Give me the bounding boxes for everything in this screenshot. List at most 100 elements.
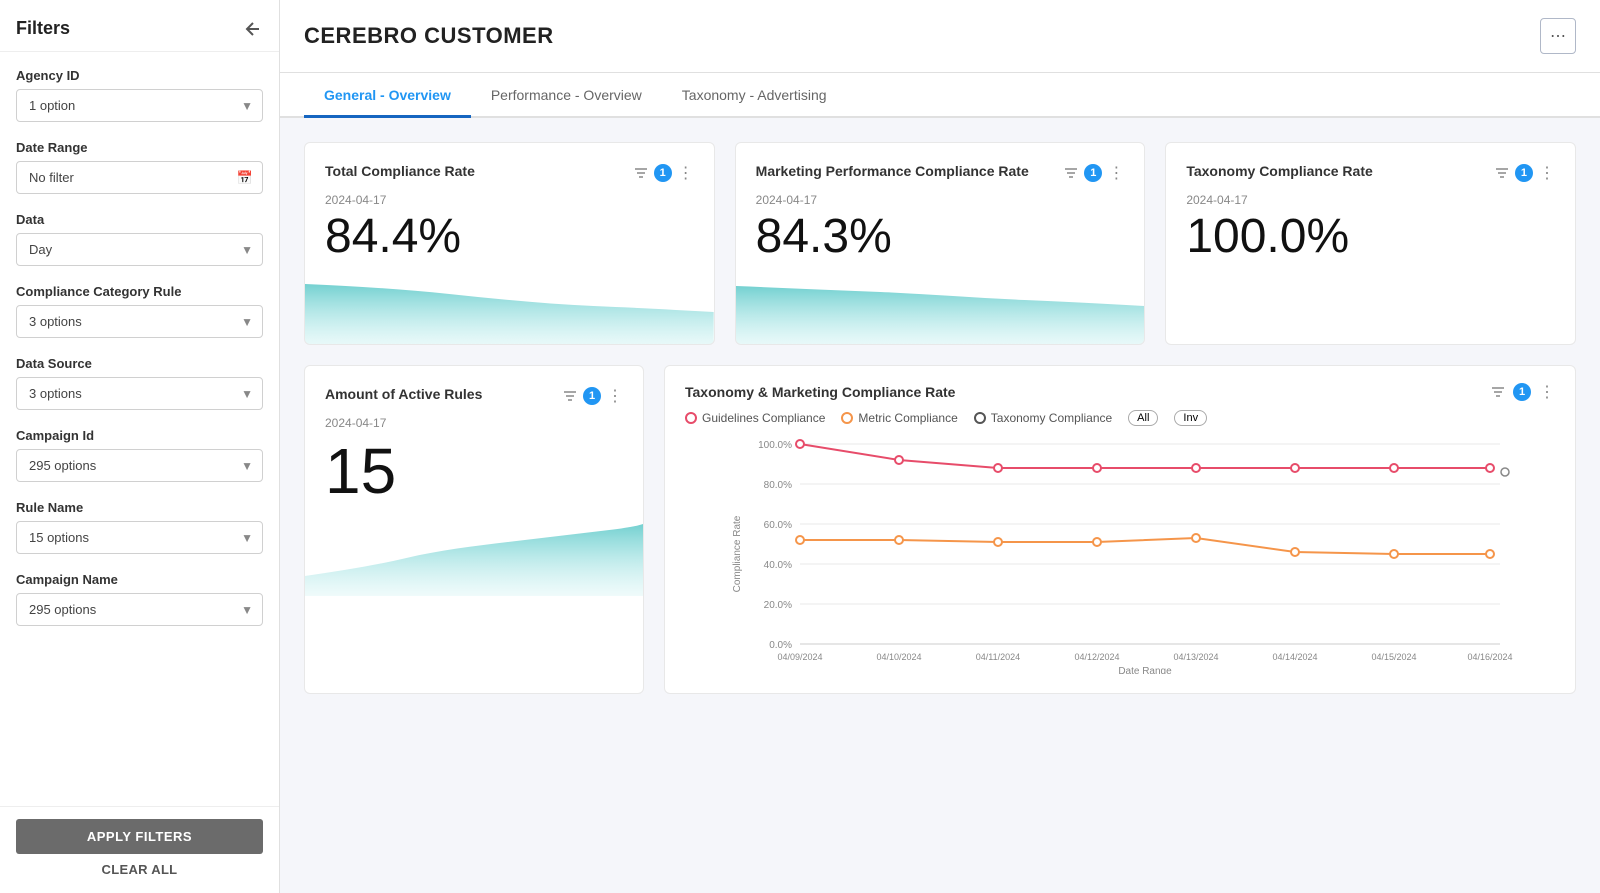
sidebar-header: Filters <box>0 0 279 52</box>
kpi-value-tcr2: 100.0% <box>1186 211 1555 264</box>
header-menu-button[interactable]: ⋯ <box>1540 18 1576 54</box>
guideline-dot-6 <box>1390 464 1398 472</box>
rules-card-header: Amount of Active Rules 1 ⋮ <box>325 386 623 406</box>
filter-group-data-source: Data Source 3 options ▼ <box>16 356 263 410</box>
clear-all-button[interactable]: CLEAR ALL <box>16 862 263 877</box>
sidebar-title: Filters <box>16 18 70 39</box>
more-menu-button-rules[interactable]: ⋮ <box>607 386 623 406</box>
filter-select-compliance-category-rule[interactable]: 3 options <box>16 305 263 338</box>
tab-taxonomy-advertising[interactable]: Taxonomy - Advertising <box>662 73 847 118</box>
compliance-chart-header: Taxonomy & Marketing Compliance Rate 1 <box>685 382 1555 402</box>
rules-value: 15 <box>325 434 623 508</box>
rules-card-actions: 1 ⋮ <box>563 386 623 406</box>
filter-group-compliance-category-rule: Compliance Category Rule 3 options ▼ <box>16 284 263 338</box>
filter-label-agency-id: Agency ID <box>16 68 263 83</box>
dashboard-body: Total Compliance Rate 1 ⋮ <box>280 118 1600 893</box>
guideline-dot-1 <box>895 456 903 464</box>
filter-select-data[interactable]: Day <box>16 233 263 266</box>
filter-select-wrap-rule-name: 15 options ▼ <box>16 521 263 554</box>
filter-select-wrap-data: Day ▼ <box>16 233 263 266</box>
filter-group-rule-name: Rule Name 15 options ▼ <box>16 500 263 554</box>
x-label-4: 04/13/2024 <box>1173 652 1218 662</box>
x-label-0: 04/09/2024 <box>777 652 822 662</box>
y-label-100: 100.0% <box>758 440 792 451</box>
legend-item-taxonomy: Taxonomy Compliance <box>974 411 1112 425</box>
sidebar-collapse-button[interactable] <box>243 19 263 39</box>
bottom-row: Amount of Active Rules 1 ⋮ <box>304 365 1576 694</box>
filter-badge-tcr2: 1 <box>1515 164 1533 182</box>
filter-select-rule-name[interactable]: 15 options <box>16 521 263 554</box>
filter-button-tcr[interactable] <box>634 166 648 180</box>
filter-select-data-source[interactable]: 3 options <box>16 377 263 410</box>
apply-filters-button[interactable]: APPLY FILTERS <box>16 819 263 854</box>
metric-dot-1 <box>895 536 903 544</box>
metric-dot-6 <box>1390 550 1398 558</box>
filter-group-date-range: Date Range No filter 📅 <box>16 140 263 194</box>
kpi-date-tcr: 2024-04-17 <box>325 193 694 207</box>
kpi-value-mpcr: 84.3% <box>756 211 1125 264</box>
filter-label-compliance-category-rule: Compliance Category Rule <box>16 284 263 299</box>
kpi-date-mpcr: 2024-04-17 <box>756 193 1125 207</box>
metric-dot-2 <box>994 538 1002 546</box>
guidelines-line <box>800 444 1490 468</box>
kpi-card-header-tcr: Total Compliance Rate 1 ⋮ <box>325 163 694 183</box>
y-label-80: 80.0% <box>764 480 792 491</box>
legend-inv-button[interactable]: Inv <box>1174 410 1207 426</box>
filter-button-rules[interactable] <box>563 389 577 403</box>
x-label-3: 04/12/2024 <box>1074 652 1119 662</box>
guideline-dot-0 <box>796 440 804 448</box>
filter-button-tcr2[interactable] <box>1495 166 1509 180</box>
y-axis-label: Compliance Rate <box>732 515 743 592</box>
filter-select-wrap-campaign-id: 295 options ▼ <box>16 449 263 482</box>
main-content: CEREBRO CUSTOMER ⋯ General - Overview Pe… <box>280 0 1600 893</box>
legend-dot-metric <box>841 412 853 424</box>
sidebar: Filters Agency ID 1 option ▼ <box>0 0 280 893</box>
more-menu-button-tcr2[interactable]: ⋮ <box>1539 163 1555 183</box>
filter-button-compliance-chart[interactable] <box>1491 385 1505 399</box>
filter-select-agency-id[interactable]: 1 option <box>16 89 263 122</box>
rules-card-title: Amount of Active Rules <box>325 386 482 402</box>
main-header: CEREBRO CUSTOMER ⋯ <box>280 0 1600 73</box>
more-menu-button-tcr[interactable]: ⋮ <box>678 163 694 183</box>
filter-badge-tcr: 1 <box>654 164 672 182</box>
sidebar-filters: Agency ID 1 option ▼ Date Range No filte… <box>0 52 279 806</box>
x-label-1: 04/10/2024 <box>876 652 921 662</box>
filter-select-wrap-date-range: No filter 📅 <box>16 161 263 194</box>
chart-legend: Guidelines Compliance Metric Compliance … <box>685 410 1555 426</box>
y-label-20: 20.0% <box>764 600 792 611</box>
x-label-6: 04/15/2024 <box>1371 652 1416 662</box>
x-axis-label: Date Range <box>1118 666 1172 674</box>
metric-dot-3 <box>1093 538 1101 546</box>
x-label-7: 04/16/2024 <box>1467 652 1512 662</box>
filter-group-campaign-name: Campaign Name 295 options ▼ <box>16 572 263 626</box>
filter-group-data: Data Day ▼ <box>16 212 263 266</box>
kpi-card-header-tcr2: Taxonomy Compliance Rate 1 ⋮ <box>1186 163 1555 183</box>
more-menu-button-compliance-chart[interactable]: ⋮ <box>1539 382 1555 402</box>
filter-select-date-range[interactable]: No filter <box>16 161 263 194</box>
kpi-card-actions-mpcr: 1 ⋮ <box>1064 163 1124 183</box>
legend-dot-taxonomy <box>974 412 986 424</box>
filter-badge-compliance-chart: 1 <box>1513 383 1531 401</box>
filter-select-campaign-id[interactable]: 295 options <box>16 449 263 482</box>
legend-all-button[interactable]: All <box>1128 410 1158 426</box>
filter-label-campaign-name: Campaign Name <box>16 572 263 587</box>
last-dot <box>1501 468 1509 476</box>
more-menu-button-mpcr[interactable]: ⋮ <box>1108 163 1124 183</box>
tab-general-overview[interactable]: General - Overview <box>304 73 471 118</box>
filter-button-mpcr[interactable] <box>1064 166 1078 180</box>
filter-label-data: Data <box>16 212 263 227</box>
rules-card: Amount of Active Rules 1 ⋮ <box>304 365 644 694</box>
kpi-card-title-tcr2: Taxonomy Compliance Rate <box>1186 163 1495 179</box>
guideline-dot-7 <box>1486 464 1494 472</box>
tab-performance-overview[interactable]: Performance - Overview <box>471 73 662 118</box>
page-title: CEREBRO CUSTOMER <box>304 23 554 49</box>
filter-group-campaign-id: Campaign Id 295 options ▼ <box>16 428 263 482</box>
compliance-chart-title: Taxonomy & Marketing Compliance Rate <box>685 384 955 400</box>
filter-badge-mpcr: 1 <box>1084 164 1102 182</box>
rules-chart <box>305 516 643 596</box>
line-chart-container: Compliance Rate 100.0% 80.0% 60.0% 40.0% <box>685 434 1555 677</box>
guideline-dot-4 <box>1192 464 1200 472</box>
sidebar-actions: APPLY FILTERS CLEAR ALL <box>0 806 279 893</box>
metric-dot-5 <box>1291 548 1299 556</box>
filter-select-campaign-name[interactable]: 295 options <box>16 593 263 626</box>
